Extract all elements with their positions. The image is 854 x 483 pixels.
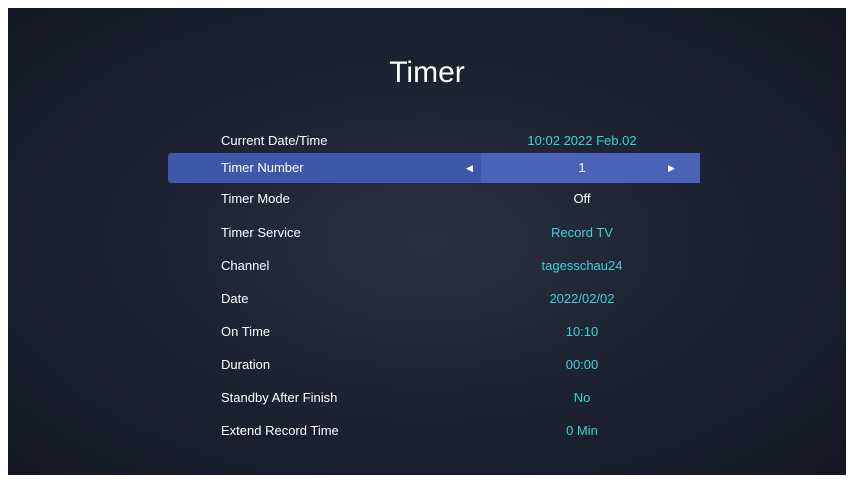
row-label: Standby After Finish <box>221 390 338 405</box>
arrow-right-icon[interactable]: ▶ <box>668 153 675 183</box>
row-on-time[interactable]: On Time 10:10 <box>168 317 700 347</box>
row-date[interactable]: Date 2022/02/02 <box>168 284 700 314</box>
row-value: 10:10 <box>565 324 599 339</box>
row-duration[interactable]: Duration 00:00 <box>168 350 700 380</box>
row-standby-after-finish[interactable]: Standby After Finish No <box>168 383 700 413</box>
row-value: 2022/02/02 <box>549 291 615 306</box>
row-label: On Time <box>221 324 271 339</box>
row-label: Timer Number <box>221 160 304 175</box>
row-timer-service[interactable]: Timer Service Record TV <box>168 218 700 248</box>
timer-screen: Timer Current Date/Time 10:02 2022 Feb.0… <box>8 8 846 475</box>
row-label: Channel <box>221 258 270 273</box>
arrow-left-icon[interactable]: ◀ <box>466 153 473 183</box>
row-value: Record TV <box>551 225 613 240</box>
row-extend-record-time[interactable]: Extend Record Time 0 Min <box>168 416 700 446</box>
row-value: 00:00 <box>565 357 599 372</box>
row-label: Current Date/Time <box>221 133 328 148</box>
row-value: Off <box>573 191 591 206</box>
page-title: Timer <box>389 56 465 89</box>
row-value: 10:02 2022 Feb.02 <box>527 133 637 148</box>
row-value: 1 <box>578 160 586 175</box>
row-value: No <box>573 390 591 405</box>
row-label: Extend Record Time <box>221 423 339 438</box>
row-timer-mode[interactable]: Timer Mode Off <box>168 184 700 214</box>
row-channel[interactable]: Channel tagesschau24 <box>168 251 700 281</box>
row-current-datetime: Current Date/Time 10:02 2022 Feb.02 <box>168 126 700 156</box>
row-label: Duration <box>221 357 271 372</box>
row-value: tagesschau24 <box>541 258 623 273</box>
row-value: 0 Min <box>566 423 598 438</box>
row-label: Date <box>221 291 249 306</box>
row-timer-number[interactable]: Timer Number ◀ 1 ▶ <box>168 153 700 183</box>
row-label: Timer Mode <box>221 191 290 206</box>
row-label: Timer Service <box>221 225 301 240</box>
